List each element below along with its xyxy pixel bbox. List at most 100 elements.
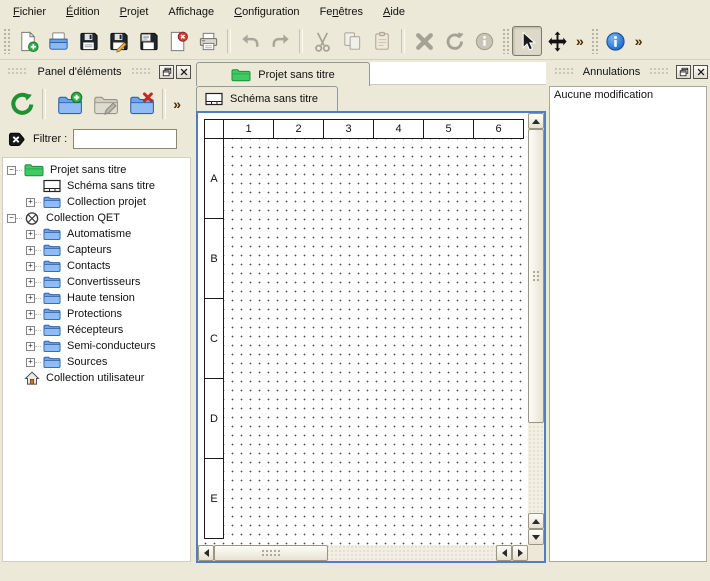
tree-item[interactable]: Collection utilisateur xyxy=(3,370,190,386)
filter-input[interactable] xyxy=(73,129,177,149)
tree-item-label: Schéma sans titre xyxy=(65,180,157,192)
tree-item[interactable]: −Collection QET xyxy=(3,210,190,226)
tree-item[interactable]: +Automatisme xyxy=(3,226,190,242)
scroll-left-button[interactable] xyxy=(496,545,512,561)
menu-projet[interactable]: Projet xyxy=(110,3,159,21)
toolbar-handle[interactable] xyxy=(3,28,10,54)
expander-expanded[interactable]: − xyxy=(7,166,16,175)
tree-item[interactable]: +Récepteurs xyxy=(3,322,190,338)
scroll-down-button[interactable] xyxy=(528,529,544,545)
expander-collapsed[interactable]: + xyxy=(26,278,35,287)
expander-collapsed[interactable]: + xyxy=(26,262,35,271)
pan-mode-button[interactable] xyxy=(542,26,572,56)
expander-collapsed[interactable]: + xyxy=(26,326,35,335)
open-document-button[interactable] xyxy=(43,26,73,56)
new-document-button[interactable] xyxy=(13,26,43,56)
folder-icon xyxy=(43,259,61,273)
delete-button xyxy=(409,26,439,56)
dock-grip[interactable] xyxy=(649,67,669,76)
tree-item[interactable]: Schéma sans titre xyxy=(3,178,190,194)
rotate-button xyxy=(439,26,469,56)
toolbar-handle[interactable] xyxy=(502,28,509,54)
save-as-button[interactable] xyxy=(103,26,133,56)
toolbar-overflow-button[interactable]: » xyxy=(572,28,588,54)
horizontal-scrollbar[interactable] xyxy=(198,545,528,561)
about-qet-button[interactable] xyxy=(601,26,631,56)
toolbar-overflow-button[interactable]: » xyxy=(631,28,647,54)
menu-edition[interactable]: Édition xyxy=(56,3,110,21)
close-panel-button[interactable] xyxy=(176,65,191,79)
expander-collapsed[interactable]: + xyxy=(26,358,35,367)
float-panel-button[interactable] xyxy=(676,65,691,79)
folder-icon xyxy=(43,291,61,305)
clear-filter-button[interactable] xyxy=(6,129,27,149)
undo-button xyxy=(235,26,265,56)
selection-mode-button[interactable] xyxy=(512,26,542,56)
scroll-up-button[interactable] xyxy=(528,113,544,129)
delete-category-button[interactable] xyxy=(125,88,158,121)
cursor-icon xyxy=(516,30,539,53)
elements-panel-dock: Panel d'éléments » Filtrer : −Projet san… xyxy=(2,62,191,565)
save-all-button[interactable] xyxy=(133,26,163,56)
dock-grip[interactable] xyxy=(7,67,28,76)
home-icon xyxy=(24,371,40,386)
tree-item-label: Projet sans titre xyxy=(48,164,128,176)
menu-affichage[interactable]: Affichage xyxy=(158,3,224,21)
new-category-button[interactable] xyxy=(53,88,86,121)
menu-configuration[interactable]: Configuration xyxy=(224,3,309,21)
folder-icon xyxy=(43,243,61,257)
menu-aide[interactable]: Aide xyxy=(373,3,415,21)
row-header-column: ABCDE xyxy=(204,139,224,539)
menu-fichier[interactable]: Fichier xyxy=(3,3,56,21)
tree-item[interactable]: +Contacts xyxy=(3,258,190,274)
undo-list-item[interactable]: Aucune modification xyxy=(550,87,706,103)
tab-project[interactable]: Projet sans titre xyxy=(196,62,370,86)
about-toolbar: » xyxy=(588,23,647,59)
vertical-scrollbar[interactable] xyxy=(528,113,544,545)
expander-collapsed[interactable]: + xyxy=(26,230,35,239)
tab-project-label: Projet sans titre xyxy=(258,69,334,81)
collections-toolbar-overflow-button[interactable]: » xyxy=(169,91,185,117)
horizontal-scrollbar-thumb[interactable] xyxy=(214,545,328,561)
tree-item[interactable]: +Semi-conducteurs xyxy=(3,338,190,354)
grid-corner-cell xyxy=(204,119,224,139)
edit-category-button xyxy=(89,88,122,121)
tree-item[interactable]: + Haute tension xyxy=(3,290,190,306)
tree-item-label: Haute tension xyxy=(65,292,137,304)
scroll-left-button[interactable] xyxy=(198,545,214,561)
toolbar-separator xyxy=(42,89,46,119)
tree-item[interactable]: +Collection projet xyxy=(3,194,190,210)
scroll-up-button[interactable] xyxy=(528,513,544,529)
expander-collapsed[interactable]: + xyxy=(26,246,35,255)
toolbar-handle[interactable] xyxy=(591,28,598,54)
dock-grip[interactable] xyxy=(554,67,574,76)
move-icon xyxy=(546,30,569,53)
tab-schema[interactable]: Schéma sans titre xyxy=(196,86,338,111)
menu-fenetres[interactable]: Fenêtres xyxy=(310,3,373,21)
project-icon xyxy=(24,163,44,177)
tree-item[interactable]: +Capteurs xyxy=(3,242,190,258)
tree-item[interactable]: + Sources xyxy=(3,354,190,370)
print-button[interactable] xyxy=(193,26,223,56)
expander-collapsed[interactable]: + xyxy=(26,310,35,319)
close-panel-button[interactable] xyxy=(693,65,708,79)
tree-item[interactable]: +Convertisseurs xyxy=(3,274,190,290)
tree-item-label: Sources xyxy=(65,356,109,368)
float-panel-button[interactable] xyxy=(159,65,174,79)
tree-item[interactable]: +Protections xyxy=(3,306,190,322)
expander-collapsed[interactable]: + xyxy=(26,198,35,207)
diagram-view[interactable]: 123456ABCDE xyxy=(196,111,546,563)
paste-icon xyxy=(371,30,394,53)
reload-collections-button[interactable] xyxy=(5,88,38,121)
save-button[interactable] xyxy=(73,26,103,56)
copy-button xyxy=(337,26,367,56)
tree-item[interactable]: − Projet sans titre xyxy=(3,162,190,178)
expander-collapsed[interactable]: + xyxy=(26,342,35,351)
close-document-button[interactable] xyxy=(163,26,193,56)
menu-bar: FichierÉditionProjetAffichageConfigurati… xyxy=(0,0,710,23)
vertical-scrollbar-thumb[interactable] xyxy=(528,129,544,423)
expander-collapsed[interactable]: + xyxy=(26,294,35,303)
dock-grip[interactable] xyxy=(131,67,152,76)
scroll-right-button[interactable] xyxy=(512,545,528,561)
expander-expanded[interactable]: − xyxy=(7,214,16,223)
